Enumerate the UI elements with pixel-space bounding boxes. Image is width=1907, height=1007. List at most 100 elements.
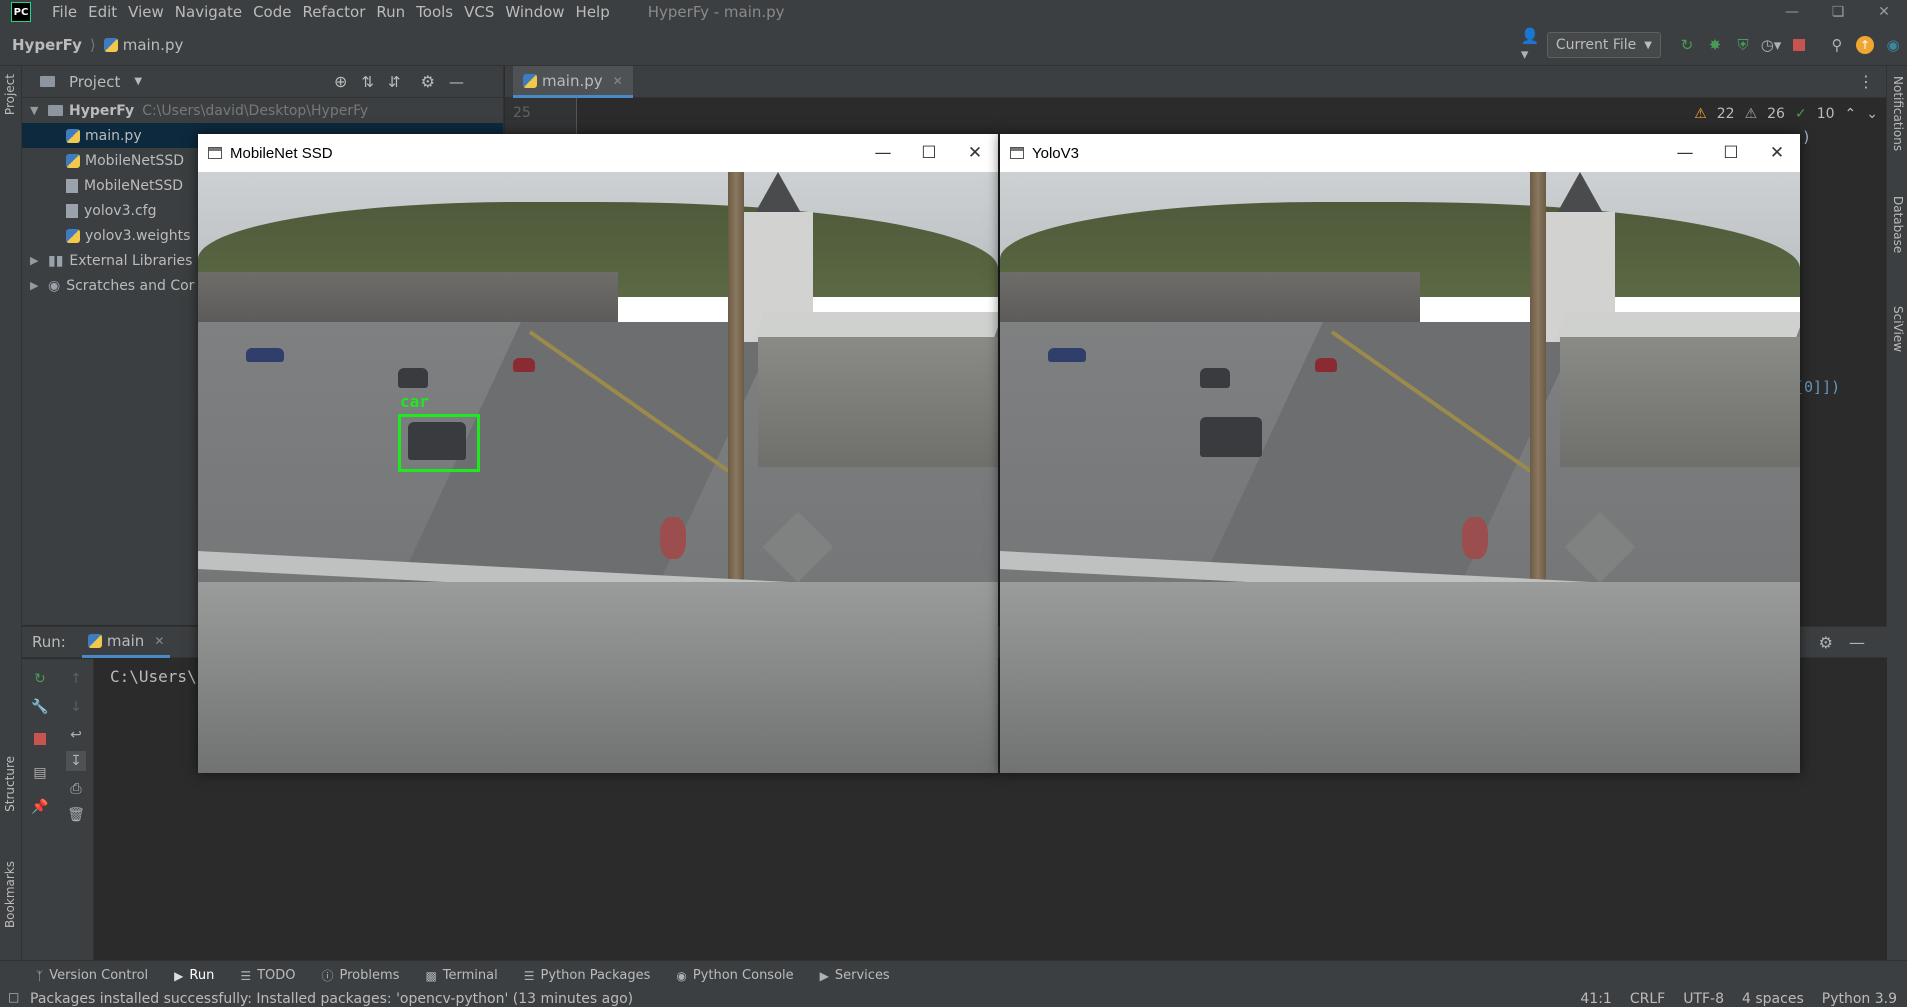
menu-window[interactable]: Window <box>500 0 570 24</box>
menu-vcs[interactable]: VCS <box>459 0 500 24</box>
coverage-icon[interactable]: ⛨ <box>1731 33 1755 57</box>
menu-file[interactable]: File <box>47 0 83 24</box>
status-message[interactable]: Packages installed successfully: Install… <box>30 991 633 1007</box>
bookmarks-tool-tab[interactable]: Bookmarks <box>3 861 17 928</box>
menu-code[interactable]: Code <box>248 0 297 24</box>
menu-navigate[interactable]: Navigate <box>170 0 248 24</box>
trash-icon[interactable]: 🗑 <box>66 805 86 825</box>
tab-run[interactable]: ▶ Run <box>174 968 214 983</box>
maximize-icon[interactable]: ☐ <box>1708 134 1754 172</box>
indent-setting[interactable]: 4 spaces <box>1742 991 1804 1007</box>
window-icon <box>208 147 222 159</box>
warning-icon: ⚠ <box>1694 106 1707 122</box>
chevron-right-icon: ▶ <box>30 254 39 267</box>
tab-label: Problems <box>339 968 400 983</box>
scene-foreground-roof <box>1000 582 1800 773</box>
breadcrumb-file[interactable]: main.py <box>103 36 183 54</box>
stop-icon[interactable] <box>1787 33 1811 57</box>
plugin-icon[interactable]: ◉ <box>1881 33 1905 57</box>
profile-icon[interactable]: ◷▾ <box>1759 33 1783 57</box>
minimize-icon[interactable]: — <box>860 134 906 172</box>
menu-run[interactable]: Run <box>371 0 411 24</box>
stop-icon[interactable] <box>30 729 50 749</box>
user-icon[interactable]: 👤▾ <box>1521 27 1545 63</box>
window-title: HyperFy - main.py <box>647 3 785 21</box>
collapse-all-icon[interactable]: ⇵ <box>388 73 401 91</box>
file-encoding[interactable]: UTF-8 <box>1683 991 1724 1007</box>
chevron-down-icon[interactable]: ▼ <box>134 76 142 87</box>
status-toggle-icon[interactable]: □ <box>8 990 19 1004</box>
scene-utility-pole <box>728 172 744 592</box>
line-separator[interactable]: CRLF <box>1630 991 1665 1007</box>
tree-root-hyperfy[interactable]: ▼ HyperFy C:\Users\david\Desktop\HyperFy <box>22 98 503 123</box>
expand-all-icon[interactable]: ⇅ <box>361 73 374 91</box>
layout-icon[interactable]: ▤ <box>30 763 50 783</box>
python-icon <box>87 633 102 648</box>
rerun-icon[interactable]: ↻ <box>30 669 50 689</box>
rerun-icon[interactable]: ↻ <box>1675 33 1699 57</box>
run-config-select[interactable]: Current File ▼ <box>1546 32 1661 58</box>
python-file-icon <box>523 73 537 88</box>
pin-icon[interactable]: 📌 <box>30 797 50 817</box>
mobilenet-ssd-window[interactable]: MobileNet SSD — ☐ ✕ car <box>198 134 998 773</box>
minimize-icon[interactable]: — <box>1662 134 1708 172</box>
menu-help[interactable]: Help <box>571 0 616 24</box>
yolov3-window[interactable]: YoloV3 — ☐ ✕ <box>1000 134 1800 773</box>
locate-icon[interactable]: ⊕ <box>334 72 347 91</box>
hide-panel-icon[interactable]: — <box>1849 633 1865 652</box>
tab-version-control[interactable]: ᛉ Version Control <box>36 968 148 983</box>
search-icon[interactable]: ⚲ <box>1825 33 1849 57</box>
menu-refactor[interactable]: Refactor <box>297 0 371 24</box>
minimize-icon[interactable]: — <box>1769 0 1815 24</box>
arrow-up-icon[interactable]: ↑ <box>66 669 86 689</box>
tab-python-packages[interactable]: ☰ Python Packages <box>524 968 651 983</box>
sciview-tool-tab[interactable]: SciView <box>1891 306 1905 352</box>
tab-services[interactable]: ▶ Services <box>820 968 890 983</box>
close-icon[interactable]: ✕ <box>952 134 998 172</box>
scroll-to-end-icon[interactable]: ↧ <box>66 751 86 771</box>
arrow-down-icon[interactable]: ↓ <box>66 697 86 717</box>
tab-python-console[interactable]: ◉ Python Console <box>676 968 793 983</box>
caret-position[interactable]: 41:1 <box>1580 991 1611 1007</box>
more-icon[interactable]: ⋮ <box>1858 72 1874 91</box>
project-tool-tab[interactable]: Project <box>3 74 17 115</box>
print-icon[interactable]: ⎙ <box>66 779 86 799</box>
tab-close-icon[interactable]: ✕ <box>613 74 623 88</box>
chevron-up-icon[interactable]: ⌃ <box>1845 106 1857 122</box>
close-icon[interactable]: ✕ <box>1754 134 1800 172</box>
project-panel-title[interactable]: Project <box>69 73 120 91</box>
tab-todo[interactable]: ☰ TODO <box>240 968 295 983</box>
folder-icon <box>48 105 63 116</box>
wrench-icon[interactable]: 🔧 <box>30 697 50 717</box>
tab-problems[interactable]: ⓘ Problems <box>322 967 400 984</box>
interpreter[interactable]: Python 3.9 <box>1822 991 1897 1007</box>
tab-label: Run <box>189 968 215 983</box>
notifications-tool-tab[interactable]: Notifications <box>1891 76 1905 151</box>
chevron-down-icon[interactable]: ⌄ <box>1866 106 1878 122</box>
gear-icon[interactable]: ⚙ <box>421 72 435 91</box>
update-icon[interactable]: ↑ <box>1853 33 1877 57</box>
database-tool-tab[interactable]: Database <box>1891 196 1905 253</box>
hide-panel-icon[interactable]: — <box>449 73 464 91</box>
restore-icon[interactable]: ❏ <box>1815 0 1861 24</box>
tab-terminal[interactable]: ▩ Terminal <box>425 968 497 983</box>
maximize-icon[interactable]: ☐ <box>906 134 952 172</box>
structure-tool-tab[interactable]: Structure <box>3 756 17 812</box>
menu-edit[interactable]: Edit <box>83 0 123 24</box>
menu-bar: PC File Edit View Navigate Code Refactor… <box>0 0 1907 24</box>
breadcrumb-separator-icon: ⟩ <box>89 35 96 54</box>
close-icon[interactable]: ✕ <box>1861 0 1907 24</box>
soft-wrap-icon[interactable]: ↩ <box>66 725 86 745</box>
inspection-widget[interactable]: ⚠ 22 ⚠ 26 ✓ 10 ⌃ ⌄ <box>1694 106 1878 122</box>
tree-item-label: yolov3.weights <box>85 227 191 244</box>
editor-tab-main-py[interactable]: main.py ✕ <box>513 66 633 98</box>
code-text: ) <box>1802 128 1812 146</box>
python-file-icon <box>66 153 80 168</box>
run-tab-main[interactable]: main ✕ <box>81 627 171 658</box>
breadcrumb-project[interactable]: HyperFy <box>12 36 82 54</box>
tab-close-icon[interactable]: ✕ <box>154 634 164 648</box>
gear-icon[interactable]: ⚙ <box>1819 633 1833 652</box>
menu-tools[interactable]: Tools <box>411 0 459 24</box>
debug-icon[interactable]: ✸ <box>1703 33 1727 57</box>
menu-view[interactable]: View <box>123 0 170 24</box>
